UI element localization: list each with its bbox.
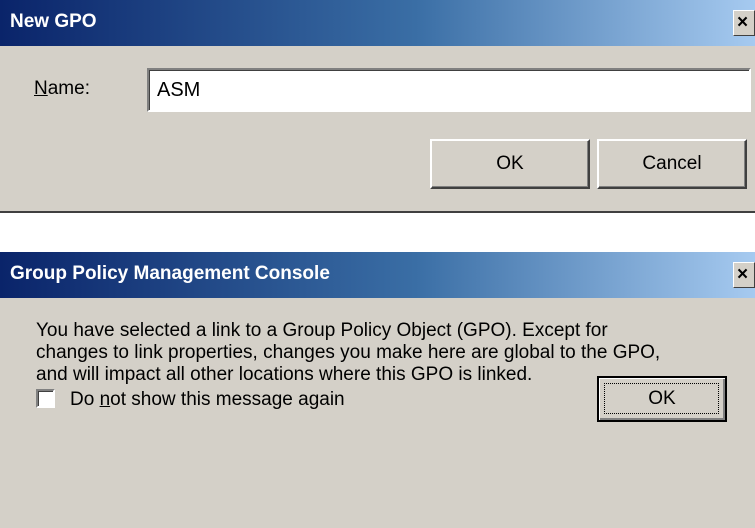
ok-button[interactable]: OK [597,376,727,422]
checkbox-label-part: ot show this message again [110,389,345,410]
name-label: Name: [34,78,90,100]
name-label-accelerator: N [34,78,48,99]
new-gpo-titlebar[interactable]: New GPO × [0,0,755,46]
checkbox-label-part: Do [70,389,100,410]
cancel-button[interactable]: Cancel [597,139,747,189]
checkbox-label-accelerator: n [99,389,111,410]
name-label-text: ame: [47,78,90,99]
dont-show-again-checkbox[interactable] [36,389,55,408]
close-button[interactable]: × [733,262,755,288]
message-line: changes to link properties, changes you … [36,342,661,363]
close-icon: × [737,12,749,33]
name-input[interactable] [147,68,751,112]
dont-show-again-label[interactable]: Do not show this message again [70,389,345,411]
dialog-title: Group Policy Management Console [10,263,330,284]
cancel-button-label: Cancel [642,153,702,174]
close-button[interactable]: × [733,10,755,36]
new-gpo-dialog: New GPO × Name: OK Cancel [0,0,755,213]
gpmc-dialog: Group Policy Management Console × You ha… [0,252,755,528]
ok-button[interactable]: OK [430,139,590,189]
gpmc-titlebar[interactable]: Group Policy Management Console × [0,252,755,298]
ok-button-label: OK [648,388,676,409]
close-icon: × [737,264,749,285]
message-line: You have selected a link to a Group Poli… [36,320,608,341]
ok-button-label: OK [496,153,524,174]
dialog-title: New GPO [10,11,97,32]
